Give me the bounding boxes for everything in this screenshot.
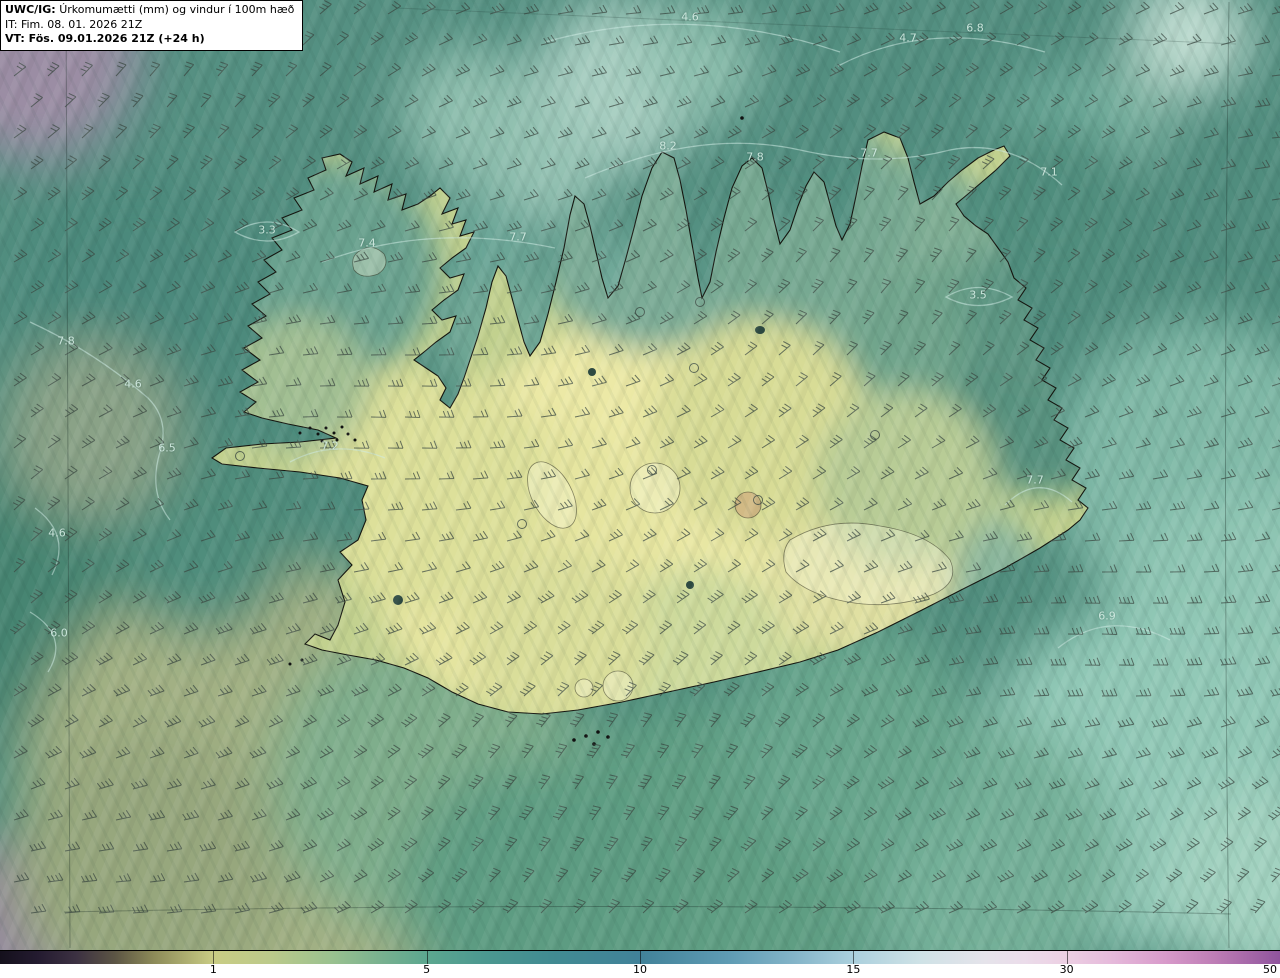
map-graphics <box>0 0 1280 950</box>
map-canvas: 4.6 4.7 6.8 8.2 7.8 7.7 7.1 3.3 7.4 7.7 3.5 7.8 4.6 6… <box>0 0 1280 950</box>
colorbar-tick-label: 5 <box>423 963 431 976</box>
model-id: UWC/IG: <box>5 3 56 16</box>
product-title: Úrkomumætti (mm) og vindur í 100m hæð <box>59 3 295 16</box>
colorbar-tick-label: 15 <box>846 963 861 976</box>
colorbar-tick-label: 10 <box>633 963 647 976</box>
init-time: IT: Fim. 08. 01. 2026 21Z <box>5 17 143 31</box>
colorbar: 1 5 10 15 30 50 <box>0 950 1280 978</box>
colorbar-gradient <box>0 950 1280 964</box>
weather-map-screen: 4.6 4.7 6.8 8.2 7.8 7.7 7.1 3.3 7.4 7.7 3.5 7.8 4.6 6… <box>0 0 1280 978</box>
colorbar-labels: 1 5 10 15 30 50 <box>0 963 1280 978</box>
title-box: UWC/IG: Úrkomumætti (mm) og vindur í 100… <box>0 0 304 51</box>
colorbar-tick-label: 1 <box>209 963 217 976</box>
colorbar-tick-label: 30 <box>1059 963 1074 976</box>
colorbar-tick-label: 50 <box>1263 963 1277 976</box>
title-line-1: UWC/IG: Úrkomumætti (mm) og vindur í 100… <box>5 3 294 18</box>
valid-time: VT: Fös. 09.01.2026 21Z (+24 h) <box>5 32 205 46</box>
